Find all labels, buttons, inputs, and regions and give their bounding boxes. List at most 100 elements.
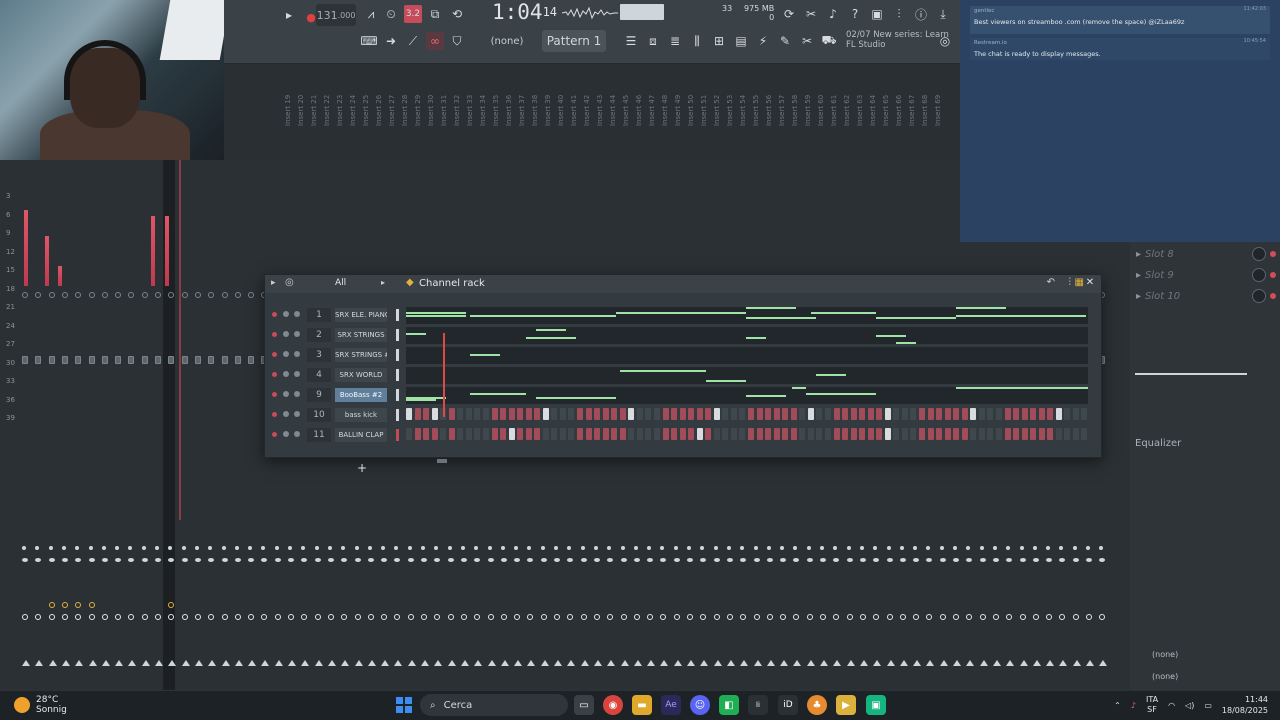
insert-label[interactable]: Insert 58 (791, 70, 804, 126)
mixer-knob[interactable] (474, 614, 481, 620)
mixer-knob[interactable] (35, 558, 42, 562)
step-button[interactable] (944, 408, 951, 420)
mixer-knob[interactable] (1072, 614, 1079, 620)
step-button[interactable] (739, 408, 746, 420)
mixer-knob[interactable] (234, 356, 241, 364)
mixer-knob[interactable] (407, 546, 412, 550)
step-sequencer[interactable] (406, 428, 1088, 442)
link-icon[interactable]: ∞ (426, 32, 444, 50)
route-arrow-icon[interactable] (1072, 660, 1081, 666)
step-button[interactable] (696, 408, 703, 420)
route-arrow-icon[interactable] (607, 660, 616, 666)
step-button[interactable] (799, 408, 806, 420)
mixer-knob[interactable] (128, 292, 135, 298)
insert-label[interactable]: Insert 47 (648, 70, 661, 126)
filter-arrow-icon[interactable]: ▸ (381, 278, 385, 287)
step-button[interactable] (722, 428, 729, 440)
step-button[interactable] (799, 428, 806, 440)
step-button[interactable] (534, 428, 541, 440)
mixer-knob[interactable] (673, 546, 678, 550)
route-arrow-icon[interactable] (580, 660, 589, 666)
mixer-knob[interactable] (753, 614, 760, 620)
store-app-icon[interactable]: ▣ (866, 695, 886, 715)
mixer-knob[interactable] (341, 546, 346, 550)
mixer-knob[interactable] (141, 356, 148, 364)
step-button[interactable] (995, 408, 1002, 420)
insert-label[interactable]: Insert 32 (453, 70, 466, 126)
step-button[interactable] (517, 428, 524, 440)
mixer-knob[interactable] (194, 356, 201, 364)
step-button[interactable] (944, 428, 951, 440)
mixer-view-icon[interactable]: ⫼ (688, 32, 706, 50)
keyboard-icon[interactable]: ⌨ (360, 32, 378, 50)
mixer-knob[interactable] (115, 614, 122, 620)
channel-mixer-track[interactable]: 1 (307, 308, 331, 322)
channel-mute-led[interactable] (272, 412, 277, 417)
media-app-icon[interactable]: ▶ (836, 695, 856, 715)
route-arrow-icon[interactable] (168, 660, 177, 666)
step-button[interactable] (551, 408, 558, 420)
mixer-knob[interactable] (500, 546, 505, 550)
mixer-knob[interactable] (820, 614, 826, 620)
save-icon[interactable]: ▣ (868, 5, 886, 23)
mixer-knob[interactable] (700, 614, 707, 620)
insert-label[interactable]: Insert 52 (713, 70, 726, 126)
mixer-knob[interactable] (966, 558, 973, 562)
insert-label[interactable]: Insert 36 (505, 70, 518, 126)
insert-label[interactable]: Insert 51 (700, 70, 713, 126)
preset-selector[interactable]: (none) (482, 30, 532, 52)
step-button[interactable] (423, 408, 430, 420)
mixer-knob[interactable] (22, 558, 28, 562)
insert-label[interactable]: Insert 33 (466, 70, 479, 126)
insert-label[interactable]: Insert 62 (843, 70, 856, 126)
mixer-knob[interactable] (35, 292, 42, 298)
step-button[interactable] (465, 408, 472, 420)
route-arrow-icon[interactable] (753, 660, 762, 666)
mixer-knob[interactable] (381, 546, 386, 550)
step-button[interactable] (1030, 408, 1037, 420)
browser-icon[interactable]: ⊞ (710, 32, 728, 50)
mixer-knob[interactable] (22, 292, 28, 298)
step-button[interactable] (1021, 408, 1028, 420)
route-arrow-icon[interactable] (474, 660, 483, 666)
rack-scrollbar[interactable] (437, 459, 447, 463)
mixer-knob[interactable] (740, 546, 745, 550)
mixer-knob[interactable] (926, 558, 933, 562)
mixer-knob[interactable] (1086, 558, 1092, 562)
step-button[interactable] (551, 428, 558, 440)
mixer-knob[interactable] (234, 614, 241, 620)
capcut-icon[interactable]: ◧ (719, 695, 739, 715)
slot-mix-knob[interactable] (1252, 247, 1266, 261)
route-arrow-icon[interactable] (141, 660, 150, 666)
mixer-knob[interactable] (726, 546, 731, 550)
mixer-knob[interactable] (873, 546, 878, 550)
mixer-knob[interactable] (793, 558, 800, 562)
channel-pan-knob[interactable] (294, 371, 300, 377)
mixer-knob[interactable] (806, 614, 813, 620)
step-button[interactable] (585, 408, 592, 420)
windows-start-icon[interactable] (396, 697, 412, 713)
cut-icon[interactable]: ✂ (798, 32, 816, 50)
step-button[interactable] (978, 428, 985, 440)
route-arrow-icon[interactable] (593, 660, 602, 666)
step-button[interactable] (568, 428, 575, 440)
step-button[interactable] (867, 408, 874, 420)
mixer-knob[interactable] (128, 356, 135, 364)
mixer-knob[interactable] (101, 558, 108, 562)
step-button[interactable] (491, 428, 498, 440)
route-arrow-icon[interactable] (1059, 660, 1068, 666)
mixer-knob[interactable] (1086, 614, 1092, 620)
mixer-knob[interactable] (660, 558, 667, 562)
step-button[interactable] (705, 408, 712, 420)
route-arrow-icon[interactable] (208, 660, 217, 666)
route-arrow-icon[interactable] (740, 660, 749, 666)
mixer-knob[interactable] (514, 546, 519, 550)
step-button[interactable] (739, 428, 746, 440)
live-app-icon[interactable]: li (748, 695, 768, 715)
insert-label[interactable]: Insert 24 (349, 70, 362, 126)
mixer-knob[interactable] (61, 614, 68, 620)
mixer-knob[interactable] (593, 614, 600, 620)
step-button[interactable] (730, 428, 737, 440)
channel-name-button[interactable]: bass kick (335, 408, 387, 422)
mixer-knob[interactable] (607, 614, 614, 620)
